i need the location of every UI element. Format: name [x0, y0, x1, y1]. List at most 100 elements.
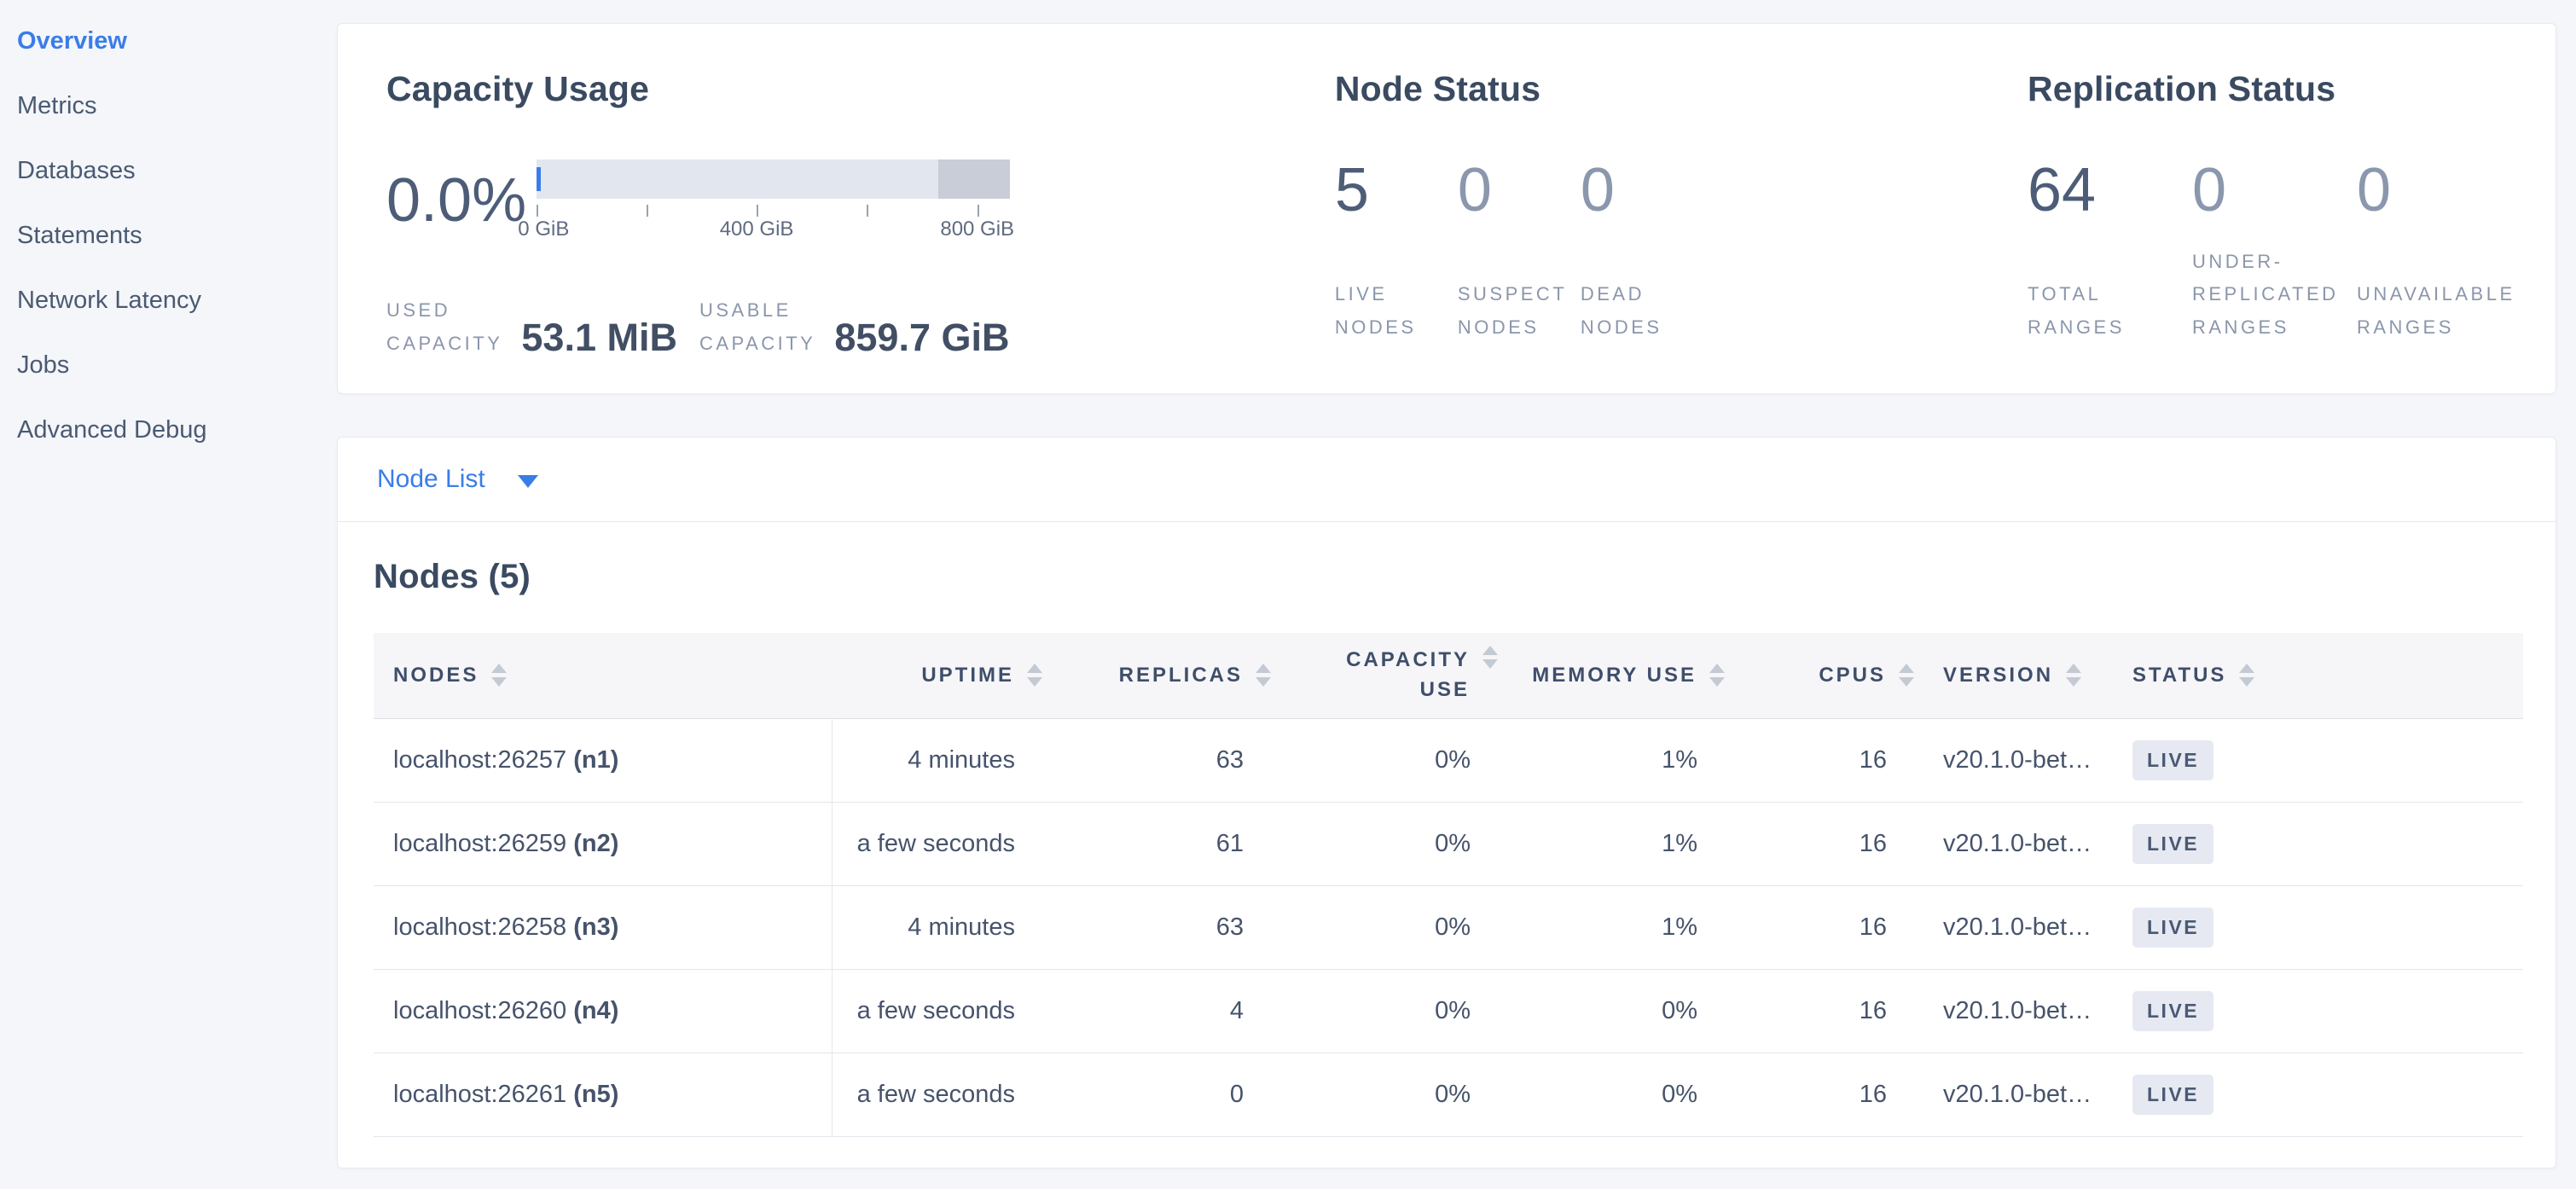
node-address-cell: localhost:26261 (n5) [374, 1053, 832, 1136]
sidebar-item-jobs[interactable]: Jobs [17, 333, 317, 397]
column-header-cpus[interactable]: CPUS [1730, 633, 1919, 718]
uptime-cell: a few seconds [832, 969, 1047, 1053]
capacity-use-cell: 0% [1276, 885, 1503, 969]
column-header-nodes[interactable]: NODES [374, 633, 832, 718]
uptime-cell: 4 minutes [832, 718, 1047, 802]
total-ranges-label: TOTAL RANGES [2028, 278, 2192, 344]
axis-label-0: 0 GiB [518, 218, 569, 241]
sort-icon [491, 664, 507, 687]
table-row[interactable]: localhost:26258 (n3) 4 minutes 63 0% 1% … [374, 885, 2523, 969]
cpus-cell: 16 [1730, 885, 1919, 969]
capacity-usage-panel: Capacity Usage 0.0% [386, 72, 1335, 393]
live-nodes-label: LIVE NODES [1335, 278, 1458, 344]
uptime-cell: a few seconds [832, 802, 1047, 885]
capacity-percent-value: 0.0% [386, 170, 537, 231]
under-replicated-ranges-value: 0 [2192, 160, 2357, 221]
status-badge: LIVE [2132, 991, 2213, 1031]
unavailable-ranges-label: UNAVAILABLE RANGES [2357, 278, 2521, 344]
usable-capacity-label: USABLE CAPACITY [699, 294, 815, 360]
column-header-memory-use[interactable]: MEMORY USE [1503, 633, 1730, 718]
nodes-heading: Nodes (5) [374, 560, 2520, 594]
capacity-use-cell: 0% [1276, 802, 1503, 885]
sidebar-item-overview[interactable]: Overview [17, 9, 317, 73]
memory-use-cell: 1% [1503, 718, 1730, 802]
version-cell: v20.1.0-bet… [1919, 718, 2111, 802]
capacity-axis-labels: 0 GiB 400 GiB 800 GiB [537, 218, 1010, 241]
used-capacity-label: USED CAPACITY [386, 294, 502, 360]
node-address-cell: localhost:26260 (n4) [374, 969, 832, 1053]
table-row[interactable]: localhost:26261 (n5) a few seconds 0 0% … [374, 1053, 2523, 1136]
nodes-table: NODES UPTIME REPLICAS CAPACITY USE [374, 633, 2523, 1137]
sort-icon [2066, 664, 2081, 687]
suspect-nodes-stat: 0 SUSPECT NODES [1458, 160, 1581, 344]
version-cell: v20.1.0-bet… [1919, 885, 2111, 969]
sort-icon [1482, 646, 1498, 669]
axis-label-400: 400 GiB [720, 218, 794, 241]
column-header-uptime[interactable]: UPTIME [832, 633, 1047, 718]
used-capacity-value: 53.1 MiB [521, 318, 677, 357]
replication-status-panel: Replication Status 64 TOTAL RANGES 0 UND… [2028, 72, 2521, 393]
status-cell: LIVE [2111, 1053, 2523, 1136]
capacity-usage-title: Capacity Usage [386, 72, 1335, 107]
status-cell: LIVE [2111, 718, 2523, 802]
sort-icon [1256, 664, 1271, 687]
capacity-bar-used-marker [537, 167, 541, 191]
replicas-cell: 61 [1047, 802, 1276, 885]
capacity-bar-chart: 0 GiB 400 GiB 800 GiB [537, 160, 1010, 241]
capacity-axis-ticks [537, 199, 1010, 218]
status-cell: LIVE [2111, 969, 2523, 1053]
replicas-cell: 0 [1047, 1053, 1276, 1136]
replication-status-title: Replication Status [2028, 72, 2521, 107]
sort-icon [1027, 664, 1042, 687]
uptime-cell: 4 minutes [832, 885, 1047, 969]
sidebar-item-metrics[interactable]: Metrics [17, 73, 317, 138]
chevron-down-icon [518, 475, 538, 488]
memory-use-cell: 0% [1503, 1053, 1730, 1136]
nodes-table-body: localhost:26257 (n1) 4 minutes 63 0% 1% … [374, 718, 2523, 1136]
column-header-status[interactable]: STATUS [2111, 633, 2523, 718]
column-header-capacity-use[interactable]: CAPACITY USE [1276, 633, 1503, 718]
status-cell: LIVE [2111, 885, 2523, 969]
live-nodes-stat: 5 LIVE NODES [1335, 160, 1458, 344]
suspect-nodes-value: 0 [1458, 160, 1581, 221]
capacity-use-cell: 0% [1276, 1053, 1503, 1136]
column-header-replicas[interactable]: REPLICAS [1047, 633, 1276, 718]
unavailable-ranges-value: 0 [2357, 160, 2521, 221]
capacity-bar [537, 160, 1010, 199]
total-ranges-stat: 64 TOTAL RANGES [2028, 160, 2192, 344]
sort-icon [1899, 664, 1914, 687]
uptime-cell: a few seconds [832, 1053, 1047, 1136]
memory-use-cell: 1% [1503, 802, 1730, 885]
sidebar-item-statements[interactable]: Statements [17, 203, 317, 268]
version-cell: v20.1.0-bet… [1919, 1053, 2111, 1136]
usable-capacity-value: 859.7 GiB [834, 318, 1009, 357]
node-status-panel: Node Status 5 LIVE NODES 0 SUSPECT NODES… [1335, 72, 2028, 393]
suspect-nodes-label: SUSPECT NODES [1458, 278, 1581, 344]
sidebar-item-network-latency[interactable]: Network Latency [17, 268, 317, 333]
capacity-use-cell: 0% [1276, 969, 1503, 1053]
table-row[interactable]: localhost:26257 (n1) 4 minutes 63 0% 1% … [374, 718, 2523, 802]
node-list-dropdown-row: Node List [338, 438, 2556, 522]
column-header-version[interactable]: VERSION [1919, 633, 2111, 718]
cpus-cell: 16 [1730, 1053, 1919, 1136]
dead-nodes-label: DEAD NODES [1581, 278, 1703, 344]
status-badge: LIVE [2132, 824, 2213, 864]
version-cell: v20.1.0-bet… [1919, 969, 2111, 1053]
under-replicated-ranges-label: UNDER- REPLICATED RANGES [2192, 246, 2357, 345]
table-row[interactable]: localhost:26260 (n4) a few seconds 4 0% … [374, 969, 2523, 1053]
table-header-row: NODES UPTIME REPLICAS CAPACITY USE [374, 633, 2523, 718]
sidebar-item-advanced-debug[interactable]: Advanced Debug [17, 397, 317, 462]
dead-nodes-value: 0 [1581, 160, 1703, 221]
status-badge: LIVE [2132, 740, 2213, 780]
node-list-dropdown[interactable]: Node List [377, 465, 538, 494]
replicas-cell: 63 [1047, 718, 1276, 802]
node-status-title: Node Status [1335, 72, 2028, 107]
node-address-cell: localhost:26259 (n2) [374, 802, 832, 885]
sidebar-item-databases[interactable]: Databases [17, 138, 317, 203]
memory-use-cell: 1% [1503, 885, 1730, 969]
table-row[interactable]: localhost:26259 (n2) a few seconds 61 0%… [374, 802, 2523, 885]
cpus-cell: 16 [1730, 718, 1919, 802]
node-address-cell: localhost:26258 (n3) [374, 885, 832, 969]
cpus-cell: 16 [1730, 802, 1919, 885]
total-ranges-value: 64 [2028, 160, 2192, 221]
